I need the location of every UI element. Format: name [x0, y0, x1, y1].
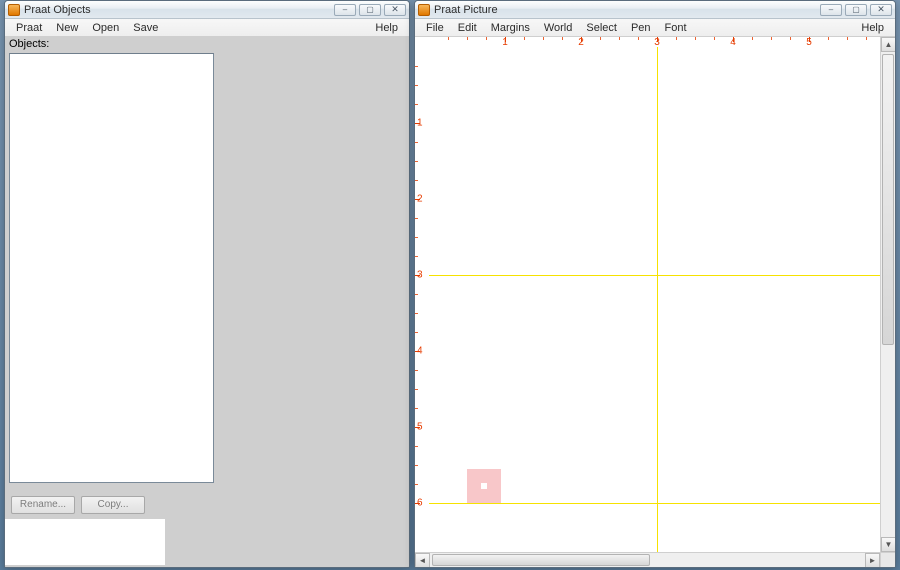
scroll-left-button[interactable]: ◄	[415, 553, 430, 568]
menu-font[interactable]: Font	[658, 21, 694, 35]
maximize-button[interactable]: ▢	[845, 4, 867, 16]
app-icon	[418, 4, 430, 16]
selection-handle[interactable]	[481, 483, 487, 489]
titlebar-objects[interactable]: Praat Objects – ▢ ✕	[5, 1, 409, 19]
window-praat-objects: Praat Objects – ▢ ✕ Praat New Open Save …	[4, 0, 410, 568]
drawing-area[interactable]	[429, 47, 895, 552]
menu-help[interactable]: Help	[368, 21, 405, 35]
horizontal-scrollbar[interactable]: ◄ ►	[415, 552, 880, 567]
menu-margins[interactable]: Margins	[484, 21, 537, 35]
scroll-down-button[interactable]: ▼	[881, 537, 896, 552]
menu-help[interactable]: Help	[854, 21, 891, 35]
overlay-strip	[5, 519, 165, 565]
menu-edit[interactable]: Edit	[451, 21, 484, 35]
scroll-right-button[interactable]: ►	[865, 553, 880, 568]
window-title: Praat Picture	[434, 4, 820, 16]
objects-client: Objects: Rename... Copy...	[5, 37, 409, 567]
menu-pen[interactable]: Pen	[624, 21, 658, 35]
grid-line-horizontal	[429, 503, 895, 504]
minimize-button[interactable]: –	[334, 4, 356, 16]
menu-select[interactable]: Select	[579, 21, 624, 35]
window-praat-picture: Praat Picture – ▢ ✕ File Edit Margins Wo…	[414, 0, 896, 568]
close-button[interactable]: ✕	[870, 4, 892, 16]
menu-praat[interactable]: Praat	[9, 21, 49, 35]
close-button[interactable]: ✕	[384, 4, 406, 16]
minimize-button[interactable]: –	[820, 4, 842, 16]
app-icon	[8, 4, 20, 16]
picture-client: 123456 123456 ▲ ▼ ◄ ►	[415, 37, 895, 567]
grid-line-vertical	[657, 47, 658, 552]
grid-line-horizontal	[429, 275, 895, 276]
menu-open[interactable]: Open	[85, 21, 126, 35]
menubar-picture: File Edit Margins World Select Pen Font …	[415, 19, 895, 37]
rename-button[interactable]: Rename...	[11, 496, 75, 514]
maximize-button[interactable]: ▢	[359, 4, 381, 16]
titlebar-picture[interactable]: Praat Picture – ▢ ✕	[415, 1, 895, 19]
window-title: Praat Objects	[24, 4, 334, 16]
ruler-vertical: 123456	[415, 47, 429, 552]
menu-save[interactable]: Save	[126, 21, 165, 35]
ruler-horizontal: 123456	[429, 37, 895, 47]
menu-new[interactable]: New	[49, 21, 85, 35]
objects-list[interactable]	[9, 53, 214, 483]
vertical-scrollbar[interactable]: ▲ ▼	[880, 37, 895, 552]
menu-world[interactable]: World	[537, 21, 580, 35]
menubar-objects: Praat New Open Save Help	[5, 19, 409, 37]
picture-viewport[interactable]: 123456 123456	[415, 37, 895, 552]
copy-button[interactable]: Copy...	[81, 496, 145, 514]
objects-label: Objects:	[9, 38, 49, 50]
scrollbar-corner	[880, 552, 895, 567]
scroll-up-button[interactable]: ▲	[881, 37, 896, 52]
menu-file[interactable]: File	[419, 21, 451, 35]
